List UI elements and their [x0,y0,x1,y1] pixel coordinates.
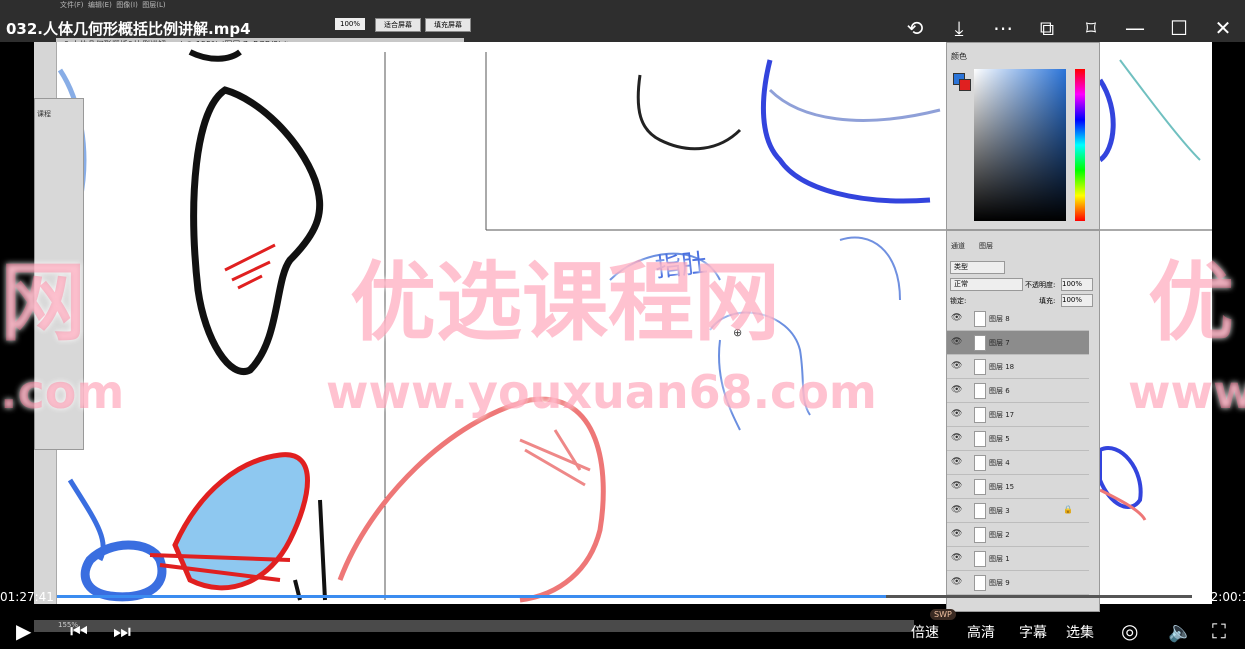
tab-channels[interactable]: 通道 [951,241,965,251]
visibility-eye-icon[interactable]: 👁 [951,409,962,419]
visibility-eye-icon[interactable]: 👁 [951,505,962,515]
layer-row[interactable]: 👁 图层 3 🔒 [947,499,1089,523]
previous-icon[interactable]: ⏮ [70,619,88,643]
current-time: 01:27:41 [0,590,54,604]
player-controls: ▶ ⏮ ⏭ SWP 倍速 高清 字幕 选集 ◎ 🔈 ⛶ [0,609,1245,649]
layer-thumbnail [974,575,986,591]
layer-row[interactable]: 👁 图层 17 [947,403,1089,427]
layer-row[interactable]: 👁 图层 18 [947,355,1089,379]
watermark-cn-left: 网 [0,253,86,353]
layer-name: 图层 4 [989,459,1010,467]
next-icon[interactable]: ⏭ [113,619,131,643]
layer-row[interactable]: 👁 图层 5 [947,427,1089,451]
total-time: 02:00:1 [1203,590,1245,604]
layer-name: 图层 15 [989,483,1015,491]
visibility-eye-icon[interactable]: 👁 [951,577,962,587]
visibility-eye-icon[interactable]: 👁 [951,457,962,467]
fill-label: 填充: [1039,297,1056,305]
pip-icon[interactable]: ⧉ [1025,12,1069,44]
layer-thumbnail [974,551,986,567]
background-swatch[interactable] [959,79,971,91]
opacity-input[interactable]: 100% [1061,278,1093,291]
fullscreen-icon[interactable]: ⛶ [1212,619,1226,643]
watermark-url-left: .com [0,365,125,419]
watermark-cn: 优选课程网 [350,253,780,353]
visibility-eye-icon[interactable]: 👁 [951,313,962,323]
visibility-eye-icon[interactable]: 👁 [951,433,962,443]
layer-row[interactable]: 👁 图层 4 [947,451,1089,475]
volume-icon[interactable]: 🔈 [1168,619,1193,643]
episodes-button[interactable]: 选集 [1066,622,1094,642]
visibility-eye-icon[interactable]: 👁 [951,385,962,395]
color-panel[interactable]: 颜色 [946,42,1100,230]
visibility-eye-icon[interactable]: 👁 [951,553,962,563]
layer-list: 👁 图层 8 👁 图层 7 👁 图层 18 👁 图层 6 👁 图层 17 👁 图层 5 👁 图层 4 👁 图层… [947,307,1089,597]
video-title: 032.人体几何形概括比例讲解.mp4 [6,20,251,38]
fill-input[interactable]: 100% [1061,294,1093,307]
layer-row[interactable]: 👁 图层 6 [947,379,1089,403]
more-icon[interactable]: ⋯ [981,12,1025,44]
color-picker-field[interactable] [974,69,1066,221]
layer-thumbnail [974,479,986,495]
layer-row[interactable]: 👁 图层 9 [947,571,1089,595]
layer-thumbnail [974,527,986,543]
pin-icon[interactable]: ⌑ [1069,12,1113,44]
layer-name: 图层 6 [989,387,1010,395]
layer-thumbnail [974,407,986,423]
layer-row[interactable]: 👁 图层 15 [947,475,1089,499]
visibility-eye-icon[interactable]: 👁 [951,361,962,371]
lock-icon: 🔒 [1063,505,1073,514]
layer-row[interactable]: 👁 图层 1 [947,547,1089,571]
download-icon[interactable]: ⤓ [937,12,981,44]
layer-thumbnail [974,503,986,519]
watermark-url: www.youxuan68.com [326,365,877,419]
quality-button[interactable]: 高清 [967,622,995,642]
swp-badge: SWP [930,609,956,620]
progress-fill [57,595,886,598]
share-icon[interactable]: ⟲ [893,12,937,44]
close-icon[interactable]: ✕ [1201,12,1245,44]
layer-name: 图层 1 [989,555,1010,563]
layer-filter-kind[interactable]: 类型 [950,261,1005,274]
layer-thumbnail [974,359,986,375]
tab-layers[interactable]: 图层 [979,241,993,251]
layer-name: 图层 17 [989,411,1015,419]
layer-thumbnail [974,335,986,351]
layer-row[interactable]: 👁 图层 7 [947,331,1089,355]
watermark-cn-right: 优 [1148,253,1234,353]
visibility-eye-icon[interactable]: 👁 [951,481,962,491]
layer-thumbnail [974,455,986,471]
color-panel-title: 颜色 [951,52,967,61]
layers-panel[interactable]: 通道 图层 类型 正常 不透明度: 100% 锁定: 填充: 100% 👁 图层 … [946,230,1100,612]
minimize-icon[interactable]: — [1113,12,1157,44]
layer-name: 图层 18 [989,363,1015,371]
layer-name: 图层 2 [989,531,1010,539]
layer-thumbnail [974,431,986,447]
layer-name: 图层 7 [989,339,1010,347]
layer-thumbnail [974,311,986,327]
focus-icon[interactable]: ◎ [1121,619,1138,643]
layer-name: 图层 9 [989,579,1010,587]
video-frame: 文件(F) 编辑(E) 图像(I) 图层(L) 100% 适合屏幕 填充屏幕 9… [0,0,1245,649]
visibility-eye-icon[interactable]: 👁 [951,337,962,347]
subtitle-button[interactable]: 字幕 [1019,622,1047,642]
layer-name: 图层 8 [989,315,1010,323]
opacity-label: 不透明度: [1025,281,1056,289]
restore-icon[interactable]: ☐ [1157,12,1201,44]
lock-label: 锁定: [950,297,967,305]
layer-name: 图层 5 [989,435,1010,443]
progress-bar[interactable] [57,595,1192,598]
layer-row[interactable]: 👁 图层 2 [947,523,1089,547]
play-icon[interactable]: ▶ [16,619,31,643]
layer-thumbnail [974,383,986,399]
layer-row[interactable]: 👁 图层 8 [947,307,1089,331]
layer-name: 图层 3 [989,507,1010,515]
watermark-url-right: www [1128,365,1245,419]
hue-slider[interactable] [1075,69,1085,221]
speed-button[interactable]: 倍速 [911,622,939,642]
blend-mode-select[interactable]: 正常 [950,278,1023,291]
history-label: 课程 [37,110,51,118]
player-top-toolbar: ⟲ ⤓ ⋯ ⧉ ⌑ — ☐ ✕ [893,12,1245,44]
visibility-eye-icon[interactable]: 👁 [951,529,962,539]
